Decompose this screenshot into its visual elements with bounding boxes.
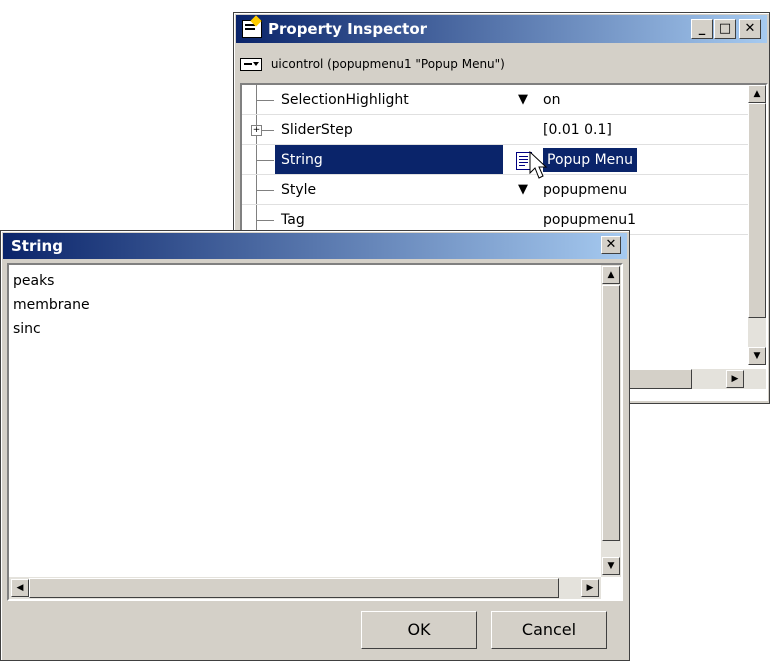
expand-plus-icon[interactable]: + — [251, 125, 262, 136]
minimize-icon: _ — [698, 21, 706, 36]
property-name: SliderStep — [281, 122, 353, 138]
property-row-selectionhighlight[interactable]: SelectionHighlight ▼ on — [242, 85, 748, 115]
scroll-down-icon[interactable]: ▼ — [602, 557, 620, 575]
property-row-style[interactable]: Style ▼ popupmenu — [242, 175, 748, 205]
dropdown-arrow-icon[interactable]: ▼ — [512, 92, 534, 108]
scroll-up-icon[interactable]: ▲ — [748, 85, 766, 103]
ok-button[interactable]: OK — [361, 611, 477, 649]
object-label-bar: uicontrol (popupmenu1 "Popup Menu") — [240, 51, 505, 77]
string-editor[interactable]: peaks membrane sinc ▲ ▼ ◀ ▶ — [7, 263, 623, 601]
maximize-button[interactable]: □ — [714, 19, 736, 39]
close-icon: ✕ — [744, 21, 756, 36]
inspector-app-icon — [242, 15, 262, 38]
scroll-down-icon[interactable]: ▼ — [748, 347, 766, 365]
scroll-up-icon[interactable]: ▲ — [602, 266, 620, 284]
minimize-button[interactable]: _ — [691, 19, 713, 39]
close-button[interactable]: ✕ — [739, 19, 761, 39]
property-name: Style — [281, 182, 317, 198]
dialog-close-button[interactable]: ✕ — [601, 236, 621, 254]
string-dialog-title: String — [11, 237, 63, 255]
string-line: membrane — [13, 297, 90, 313]
object-label: uicontrol (popupmenu1 "Popup Menu") — [270, 57, 505, 71]
editor-vertical-scrollbar[interactable]: ▲ ▼ — [601, 265, 621, 577]
property-name: SelectionHighlight — [281, 92, 409, 108]
scroll-thumb[interactable] — [748, 103, 766, 318]
inspector-titlebar[interactable]: Property Inspector _ □ ✕ — [236, 15, 767, 43]
scroll-left-icon[interactable]: ◀ — [11, 579, 29, 597]
string-dialog: String ✕ peaks membrane sinc ▲ ▼ ◀ ▶ OK … — [0, 230, 630, 661]
property-value[interactable]: Popup Menu — [543, 148, 638, 172]
property-name: String — [275, 145, 503, 175]
scroll-right-icon[interactable]: ▶ — [581, 579, 599, 597]
mouse-cursor-icon — [529, 151, 548, 179]
string-editor-text[interactable]: peaks membrane sinc — [13, 269, 90, 341]
close-icon: ✕ — [605, 237, 617, 252]
string-line: peaks — [13, 273, 55, 289]
string-dialog-titlebar[interactable]: String ✕ — [3, 233, 627, 259]
property-row-sliderstep[interactable]: + SliderStep [0.01 0.1] — [242, 115, 748, 145]
inspector-vertical-scrollbar[interactable]: ▲ ▼ — [748, 85, 766, 365]
hscroll-thumb[interactable] — [622, 369, 692, 389]
scroll-thumb[interactable] — [602, 285, 620, 541]
dropdown-arrow-icon[interactable]: ▼ — [512, 182, 534, 198]
property-value[interactable]: popupmenu — [539, 175, 627, 205]
editor-horizontal-scrollbar[interactable]: ◀ ▶ — [9, 577, 601, 599]
maximize-icon: □ — [718, 21, 732, 36]
property-value[interactable]: on — [539, 85, 560, 115]
hscroll-thumb[interactable] — [29, 578, 559, 598]
property-row-string[interactable]: String Popup Menu — [242, 145, 748, 175]
inspector-title: Property Inspector — [268, 20, 428, 38]
uicontrol-icon — [240, 58, 262, 71]
cancel-button[interactable]: Cancel — [491, 611, 607, 649]
string-line: sinc — [13, 321, 41, 337]
scroll-right-icon[interactable]: ▶ — [726, 370, 744, 388]
property-value[interactable]: [0.01 0.1] — [539, 115, 612, 145]
